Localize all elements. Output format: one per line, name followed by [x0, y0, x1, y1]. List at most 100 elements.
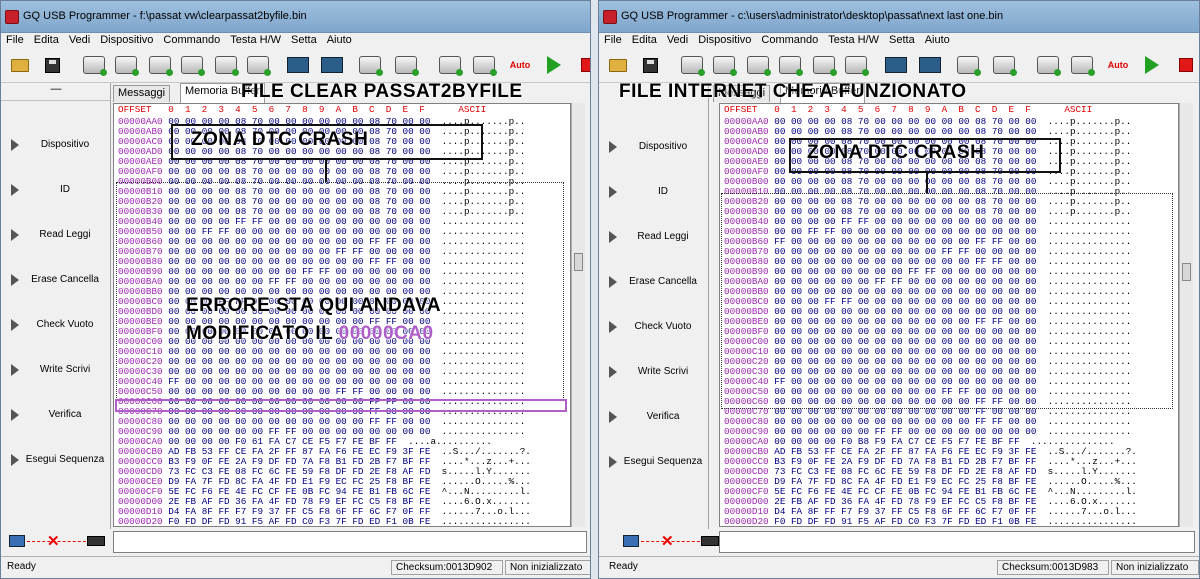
- sidebar-item-label: Verifica: [646, 411, 680, 422]
- stop-button[interactable]: [575, 53, 590, 77]
- status-dot-icon: [862, 69, 869, 76]
- sidebar-item-read-leggi[interactable]: Read Leggi: [1, 225, 111, 245]
- play-arrow-icon: [609, 411, 617, 423]
- erase-button[interactable]: [357, 53, 383, 77]
- compare-ab-button[interactable]: [843, 53, 869, 77]
- status-dot-icon: [232, 69, 239, 76]
- sidebar-item-check-vuoto[interactable]: Check Vuoto: [599, 317, 709, 337]
- sidebar-item-id[interactable]: ID: [1, 180, 111, 200]
- menu-dispositivo[interactable]: Dispositivo: [693, 33, 756, 46]
- menu-vedi[interactable]: Vedi: [64, 33, 95, 46]
- vertical-scrollbar[interactable]: [571, 103, 585, 527]
- sidebar-item-id[interactable]: ID: [599, 182, 709, 202]
- menu-bar: File Edita Vedi Dispositivo Commando Testa H/…: [599, 33, 1199, 49]
- read-button[interactable]: [711, 53, 737, 77]
- hex-bytes: CB DE 43 FD 3E E9 1D FB 65 EF 56 FE 54 6…: [774, 526, 1036, 527]
- menu-testa-h-w[interactable]: Testa H/W: [823, 33, 884, 46]
- auto-icon: Auto: [509, 60, 531, 70]
- status-dot-icon: [376, 69, 383, 76]
- hex-ascii: ..C.>...e.V.Ti..: [442, 526, 531, 527]
- vertical-scrollbar[interactable]: [1179, 103, 1193, 527]
- play-button[interactable]: [541, 53, 567, 77]
- sidebar-item-check-vuoto[interactable]: Check Vuoto: [1, 315, 111, 335]
- menu-testa-h-w[interactable]: Testa H/W: [225, 33, 286, 46]
- blank-check-button[interactable]: [745, 53, 771, 77]
- menu-edita[interactable]: Edita: [627, 33, 662, 46]
- scroll-thumb[interactable]: [574, 253, 583, 271]
- menu-bar: File Edita Vedi Dispositivo Commando Testa H/…: [1, 33, 590, 49]
- program-button[interactable]: [1069, 53, 1095, 77]
- annotation-connector: [926, 173, 928, 193]
- sidebar-item-write-scrivi[interactable]: Write Scrivi: [1, 360, 111, 380]
- menu-edita[interactable]: Edita: [29, 33, 64, 46]
- menu-file[interactable]: File: [599, 33, 627, 46]
- sidebar-item-label: Check Vuoto: [634, 321, 692, 332]
- hex-01ff-icon: [919, 57, 941, 73]
- sidebar-item-erase-cancella[interactable]: Erase Cancella: [599, 272, 709, 292]
- auto-icon: Auto: [1107, 60, 1129, 70]
- menu-commando[interactable]: Commando: [756, 33, 823, 46]
- sidebar-item-dispositivo[interactable]: Dispositivo: [1, 135, 111, 155]
- auto-button[interactable]: Auto: [1105, 53, 1131, 77]
- menu-commando[interactable]: Commando: [158, 33, 225, 46]
- write-button[interactable]: [1035, 53, 1061, 77]
- sidebar-item-verifica[interactable]: Verifica: [1, 405, 111, 425]
- id-button[interactable]: [179, 53, 205, 77]
- menu-file[interactable]: File: [1, 33, 29, 46]
- window-gap: [591, 0, 598, 579]
- sidebar-item-verifica[interactable]: Verifica: [599, 407, 709, 427]
- hex-01ff-button[interactable]: [917, 53, 943, 77]
- play-arrow-icon: [11, 139, 19, 151]
- sidebar-item-label: ID: [60, 184, 70, 195]
- read-button[interactable]: [113, 53, 139, 77]
- chip-display-button[interactable]: [883, 53, 909, 77]
- open-folder-button[interactable]: [605, 53, 631, 77]
- status-ready: Ready: [7, 561, 36, 572]
- annotation-error-line1: ERRORE STA QUI ANDAVA: [186, 295, 442, 316]
- scroll-thumb[interactable]: [1182, 263, 1191, 281]
- sidebar-item-esegui-sequenza[interactable]: Esegui Sequenza: [1, 450, 111, 470]
- sidebar-item-erase-cancella[interactable]: Erase Cancella: [1, 270, 111, 290]
- title-bar[interactable]: GQ USB Programmer - c:\users\administrat…: [599, 1, 1199, 33]
- save-disk-button[interactable]: [39, 53, 65, 77]
- status-dot-icon: [764, 69, 771, 76]
- toolbar: Auto: [1, 49, 590, 83]
- sidebar-item-dispositivo[interactable]: Dispositivo: [599, 137, 709, 157]
- cfg-button[interactable]: [213, 53, 239, 77]
- status-checksum: Checksum:0013D902: [391, 560, 503, 575]
- title-bar[interactable]: GQ USB Programmer - f:\passat vw\clearpa…: [1, 1, 590, 33]
- cfg-button[interactable]: [811, 53, 837, 77]
- blank-check-button[interactable]: [147, 53, 173, 77]
- play-icon: [547, 56, 561, 74]
- tab-messaggi[interactable]: Messaggi: [113, 85, 171, 102]
- program-button[interactable]: [471, 53, 497, 77]
- chip-display-button[interactable]: [285, 53, 311, 77]
- hex-01ff-button[interactable]: [319, 53, 345, 77]
- stop-button[interactable]: [1173, 53, 1199, 77]
- menu-aiuto[interactable]: Aiuto: [322, 33, 357, 46]
- save-disk-button[interactable]: [637, 53, 663, 77]
- play-arrow-icon: [609, 276, 617, 288]
- write-button[interactable]: [437, 53, 463, 77]
- menu-vedi[interactable]: Vedi: [662, 33, 693, 46]
- status-dot-icon: [198, 69, 205, 76]
- blank-button[interactable]: [991, 53, 1017, 77]
- sidebar-item-label: Esegui Sequenza: [623, 456, 703, 467]
- id-button[interactable]: [777, 53, 803, 77]
- menu-dispositivo[interactable]: Dispositivo: [95, 33, 158, 46]
- auto-button[interactable]: Auto: [507, 53, 533, 77]
- sidebar-item-label: Erase Cancella: [31, 274, 99, 285]
- sidebar-item-read-leggi[interactable]: Read Leggi: [599, 227, 709, 247]
- erase-button[interactable]: [955, 53, 981, 77]
- blank-button[interactable]: [393, 53, 419, 77]
- menu-setta[interactable]: Setta: [286, 33, 322, 46]
- sidebar-item-esegui-sequenza[interactable]: Esegui Sequenza: [599, 452, 709, 472]
- open-folder-button[interactable]: [7, 53, 33, 77]
- compare-ab-button[interactable]: [245, 53, 271, 77]
- read-device-button[interactable]: [679, 53, 705, 77]
- play-button[interactable]: [1139, 53, 1165, 77]
- menu-aiuto[interactable]: Aiuto: [920, 33, 955, 46]
- sidebar-item-write-scrivi[interactable]: Write Scrivi: [599, 362, 709, 382]
- menu-setta[interactable]: Setta: [884, 33, 920, 46]
- read-device-button[interactable]: [81, 53, 107, 77]
